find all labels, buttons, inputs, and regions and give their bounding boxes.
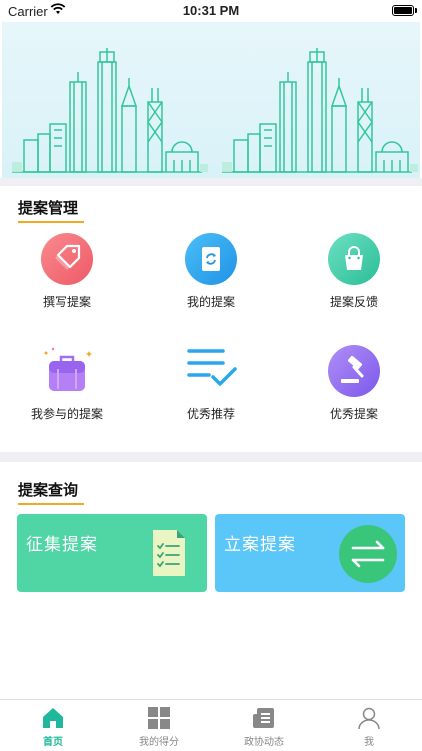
gavel-icon bbox=[328, 345, 380, 397]
tag-icon bbox=[41, 233, 93, 285]
city-skyline-banner[interactable] bbox=[2, 22, 420, 178]
section-title-manage: 提案管理 bbox=[18, 197, 84, 223]
proposal-feedback-button[interactable]: 提案反馈 bbox=[299, 233, 409, 310]
news-icon bbox=[252, 706, 276, 730]
user-icon bbox=[357, 706, 381, 730]
compose-proposal-button[interactable]: 撰写提案 bbox=[12, 233, 122, 310]
filed-proposals-card[interactable]: 立案提案 bbox=[215, 514, 405, 592]
section-divider bbox=[0, 452, 422, 462]
tab-me[interactable]: 我 bbox=[329, 706, 409, 748]
swap-arrows-icon bbox=[338, 524, 398, 588]
document-refresh-icon bbox=[185, 233, 237, 285]
filed-proposals-label: 立案提案 bbox=[224, 535, 296, 555]
section-divider bbox=[0, 178, 422, 186]
excellent-proposals-label: 优秀提案 bbox=[329, 407, 378, 421]
briefcase-icon bbox=[41, 345, 93, 397]
tab-home-label: 首页 bbox=[43, 737, 63, 748]
my-proposals-button[interactable]: 我的提案 bbox=[156, 233, 266, 310]
tab-home[interactable]: 首页 bbox=[13, 706, 93, 748]
tab-news-label: 政协动态 bbox=[244, 737, 284, 748]
home-icon bbox=[41, 706, 65, 730]
clock: 10:31 PM bbox=[182, 3, 240, 18]
excellent-recommend-button[interactable]: 优秀推荐 bbox=[156, 345, 266, 422]
grid-icon bbox=[147, 706, 171, 730]
my-participated-proposals-button[interactable]: 我参与的提案 bbox=[12, 345, 122, 422]
shopping-bag-icon bbox=[328, 233, 380, 285]
collect-proposals-label: 征集提案 bbox=[26, 535, 98, 555]
excellent-proposals-button[interactable]: 优秀提案 bbox=[299, 345, 409, 422]
list-check-icon bbox=[185, 345, 237, 397]
my-participated-proposals-label: 我参与的提案 bbox=[30, 407, 103, 421]
excellent-recommend-label: 优秀推荐 bbox=[186, 407, 235, 421]
tab-my-score-label: 我的得分 bbox=[139, 737, 179, 748]
section-title-query: 提案查询 bbox=[18, 479, 84, 505]
bottom-tab-bar: 首页 我的得分 政协动态 我 bbox=[0, 699, 422, 751]
my-proposals-label: 我的提案 bbox=[186, 295, 235, 309]
compose-proposal-label: 撰写提案 bbox=[42, 295, 91, 309]
tab-my-score[interactable]: 我的得分 bbox=[119, 706, 199, 748]
checklist-document-icon bbox=[149, 528, 189, 582]
status-bar: Carrier 10:31 PM bbox=[0, 0, 422, 22]
tab-me-label: 我 bbox=[364, 737, 374, 748]
proposal-feedback-label: 提案反馈 bbox=[329, 295, 378, 309]
collect-proposals-card[interactable]: 征集提案 bbox=[17, 514, 207, 592]
battery-icon bbox=[392, 5, 417, 16]
tab-news[interactable]: 政协动态 bbox=[224, 706, 304, 748]
